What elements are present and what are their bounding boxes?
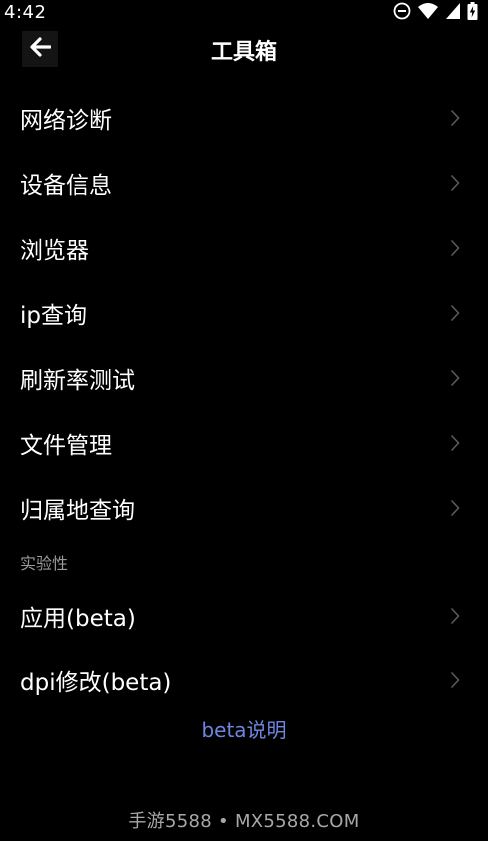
chevron-right-icon [450,671,460,689]
beta-info-link[interactable]: beta说明 [0,714,488,743]
menu-item-refresh-rate-test[interactable]: 刷新率测试 [0,346,488,410]
menu-item-network-diagnosis[interactable]: 网络诊断 [0,86,488,150]
section-label-experimental: 实验性 [20,554,69,573]
menu-item-label: ip查询 [20,303,87,329]
menu-item-file-manager[interactable]: 文件管理 [0,411,488,475]
chevron-right-icon [450,499,460,517]
menu-item-device-info[interactable]: 设备信息 [0,151,488,215]
menu-item-apps-beta[interactable]: 应用(beta) [0,584,488,648]
chevron-right-icon [450,174,460,192]
chevron-right-icon [450,304,460,322]
menu-item-label: 刷新率测试 [20,368,135,394]
chevron-right-icon [450,369,460,387]
menu-item-dpi-modify-beta[interactable]: dpi修改(beta) [0,648,488,712]
status-bar: 4:42 [0,0,488,28]
menu-item-label: dpi修改(beta) [20,670,172,696]
chevron-right-icon [450,607,460,625]
menu-item-label: 文件管理 [20,433,112,459]
do-not-disturb-icon [393,2,411,24]
wifi-icon [417,2,439,24]
signal-icon [445,2,461,24]
page-title: 工具箱 [210,40,277,65]
menu-item-label: 应用(beta) [20,606,136,632]
status-time: 4:42 [4,2,47,23]
chevron-right-icon [450,239,460,257]
app-bar: 工具箱 [0,28,488,72]
watermark-text: 手游5588 • MX5588.COM [128,811,360,832]
menu-item-label: 归属地查询 [20,498,135,524]
menu-item-browser[interactable]: 浏览器 [0,216,488,280]
menu-item-label: 设备信息 [20,173,112,199]
chevron-right-icon [450,434,460,452]
chevron-right-icon [450,109,460,127]
menu-item-location-lookup[interactable]: 归属地查询 [0,476,488,540]
battery-icon [467,2,478,24]
status-icons [393,2,478,24]
menu-item-label: 网络诊断 [20,108,112,134]
menu-item-ip-lookup[interactable]: ip查询 [0,281,488,345]
menu-item-label: 浏览器 [20,238,89,264]
